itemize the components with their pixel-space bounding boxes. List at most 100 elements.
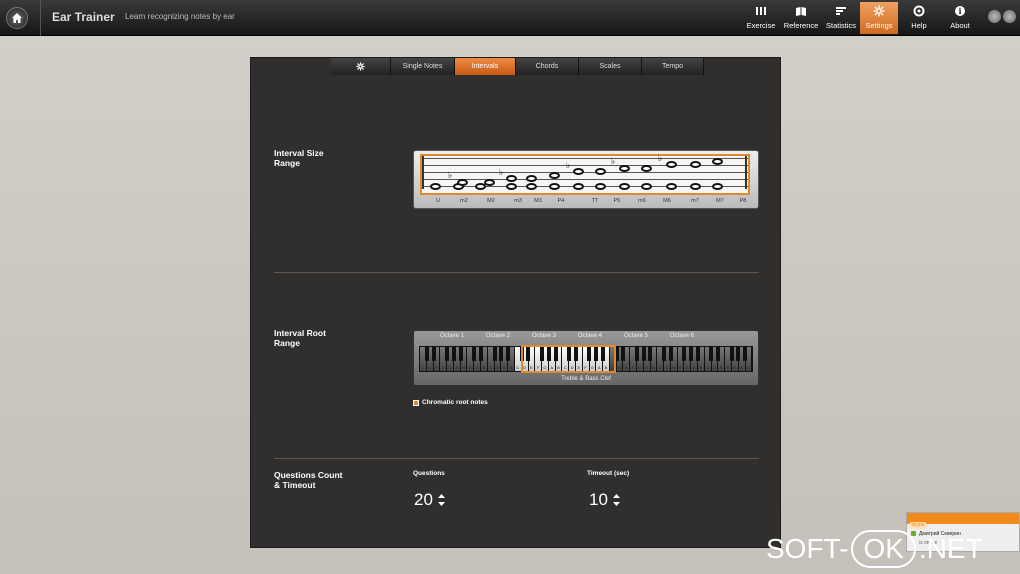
piano-key-letter: E — [719, 365, 723, 370]
watermark-left: SOFT- — [766, 533, 849, 564]
piano-key-letter: E — [482, 365, 486, 370]
piano-key-letter: C — [658, 365, 662, 370]
tab-scales[interactable]: Scales — [579, 58, 642, 75]
app-subtitle: Learn recognizing notes by ear — [125, 12, 235, 21]
piano-key-letter: E — [672, 365, 676, 370]
questions-value: 20 — [414, 490, 433, 509]
nav-help-button[interactable]: Help — [903, 2, 935, 34]
piano-key-letter: F — [442, 365, 445, 370]
octave-label: Octave 6 — [669, 333, 695, 339]
close-button[interactable] — [1003, 10, 1016, 23]
keyboard-range-selection[interactable] — [521, 345, 616, 373]
nav-reference-button[interactable]: Reference — [781, 2, 821, 34]
piano-black-key[interactable] — [716, 347, 721, 361]
piano-key-letter: F — [726, 365, 730, 370]
chromatic-label: Chromatic root notes — [422, 399, 488, 406]
nav-statistics-button[interactable]: Statistics — [824, 2, 858, 34]
chromatic-root-notes-option[interactable]: Chromatic root notes — [413, 398, 488, 407]
questions-heading: Questions Count & Timeout — [274, 470, 343, 490]
piano-black-key[interactable] — [661, 347, 666, 361]
watermark-ok: OK — [851, 530, 916, 568]
piano-black-key[interactable] — [641, 347, 646, 361]
piano-key-letter: B — [699, 365, 703, 370]
piano-black-key[interactable] — [621, 347, 626, 361]
svg-text:i: i — [958, 6, 961, 16]
tab-tempo[interactable]: Tempo — [642, 58, 704, 75]
interval-label: U — [436, 198, 440, 204]
piano-black-key[interactable] — [451, 347, 456, 361]
piano-key-letter: F — [489, 365, 492, 370]
tab-single-notes[interactable]: Single Notes — [391, 58, 455, 75]
interval-labels: Um2 M2 m3 M3 P4 TT P5 m6 M6 m7 M7 P8 — [420, 198, 754, 208]
section-divider — [274, 272, 759, 273]
interval-label: M2 — [487, 198, 495, 204]
piano-black-key[interactable] — [689, 347, 694, 361]
piano-key-letter: D — [428, 365, 432, 370]
gear-icon — [356, 62, 365, 71]
gear-icon — [873, 5, 885, 17]
piano-key-letter: E — [435, 365, 438, 370]
nav-label: Help — [911, 21, 927, 30]
interval-label: m2 — [460, 198, 468, 204]
piano-key-letter: B — [462, 365, 465, 370]
piano-key-letter: C — [516, 365, 520, 370]
nav-label: Exercise — [746, 21, 776, 30]
questions-stepper[interactable]: 20 — [414, 490, 445, 510]
piano-black-key[interactable] — [634, 347, 639, 361]
piano-black-key[interactable] — [648, 347, 653, 361]
nav-exercise-button[interactable]: Exercise — [745, 2, 777, 34]
piano-black-key[interactable] — [424, 347, 429, 361]
piano-black-key[interactable] — [695, 347, 700, 361]
piano-key-letter: D — [713, 365, 716, 370]
piano-black-key[interactable] — [709, 347, 714, 361]
interval-root-range-keyboard[interactable]: Octave 1 Octave 2 Octave 3 Octave 4 Octave 5… — [413, 330, 759, 386]
piano-black-key[interactable] — [492, 347, 497, 361]
piano-black-key[interactable] — [499, 347, 504, 361]
nav-label: About — [950, 21, 970, 30]
up-down-arrows-icon[interactable] — [612, 494, 620, 506]
section-divider — [274, 458, 759, 459]
timeout-label: Timeout (sec) — [587, 470, 630, 477]
tab-chords[interactable]: Chords — [516, 58, 579, 75]
interval-label: P5 — [613, 198, 621, 204]
piano-black-key[interactable] — [506, 347, 511, 361]
piano-black-key[interactable] — [445, 347, 450, 361]
piano-key-letter: G — [495, 365, 500, 370]
piano-black-key[interactable] — [431, 347, 436, 361]
piano-key-letter: G — [448, 365, 452, 370]
interval-label: TT — [591, 198, 599, 204]
piano-black-key[interactable] — [729, 347, 734, 361]
piano-key-letter: B — [652, 365, 655, 370]
piano-black-key[interactable] — [682, 347, 687, 361]
questions-label: Questions — [413, 470, 445, 477]
skype-header: skype — [907, 513, 1019, 529]
up-down-arrows-icon[interactable] — [437, 494, 445, 506]
piano-black-key[interactable] — [668, 347, 673, 361]
octave-labels: Octave 1 Octave 2 Octave 3 Octave 4 Octave 5… — [414, 333, 758, 343]
lifebuoy-icon — [913, 5, 925, 17]
minimize-button[interactable] — [988, 10, 1001, 23]
piano-black-key[interactable] — [736, 347, 741, 361]
tab-general-settings[interactable] — [331, 58, 391, 75]
settings-panel: Single Notes Intervals Chords Scales Tem… — [250, 57, 781, 548]
info-icon: i — [955, 6, 965, 16]
top-toolbar: Ear Trainer Learn recognizing notes by e… — [0, 0, 1020, 36]
interval-label: m3 — [514, 198, 522, 204]
interval-label: M6 — [663, 198, 671, 204]
piano-black-key[interactable] — [743, 347, 748, 361]
piano-black-key[interactable] — [458, 347, 463, 361]
app-title: Ear Trainer — [52, 10, 115, 24]
piano-black-key[interactable] — [472, 347, 477, 361]
piano-key-letter: C — [468, 365, 472, 370]
nav-settings-button[interactable]: Settings — [860, 2, 898, 34]
tab-intervals[interactable]: Intervals — [455, 58, 516, 75]
chromatic-checkbox[interactable] — [413, 399, 419, 406]
home-button[interactable] — [6, 7, 28, 29]
timeout-stepper[interactable]: 10 — [589, 490, 620, 510]
interval-size-range-slider[interactable]: ♭ ♭ ♭ ♭ ♭ U m2 M2 m3 M3 P4 TT P5 m6 M6 m… — [413, 150, 759, 209]
octave-label: Octave 1 — [439, 333, 465, 339]
piano-key-letter: G — [638, 365, 642, 370]
nav-about-button[interactable]: i About — [944, 2, 976, 34]
piano-key-letter: G — [733, 365, 737, 370]
piano-black-key[interactable] — [478, 347, 483, 361]
